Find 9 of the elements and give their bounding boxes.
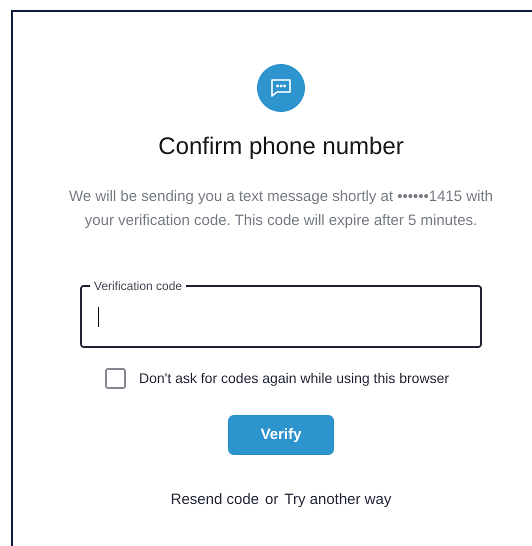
checkbox[interactable] [104,368,126,389]
separator-text: or [265,490,278,510]
checkbox-label: Don't ask for codes again while using this browser [138,369,450,388]
instruction-text: We will be sending you a text message shortly at ••••••1415 with your verification code. This code will expire after 5 minutes. [68,187,494,231]
text-cursor [98,306,99,326]
try-another-way-link[interactable]: Try another way [284,489,392,512]
resend-code-link[interactable]: Resend code [170,489,260,512]
page-title: Confirm phone number [158,133,404,161]
chat-bubble-icon [257,64,305,112]
